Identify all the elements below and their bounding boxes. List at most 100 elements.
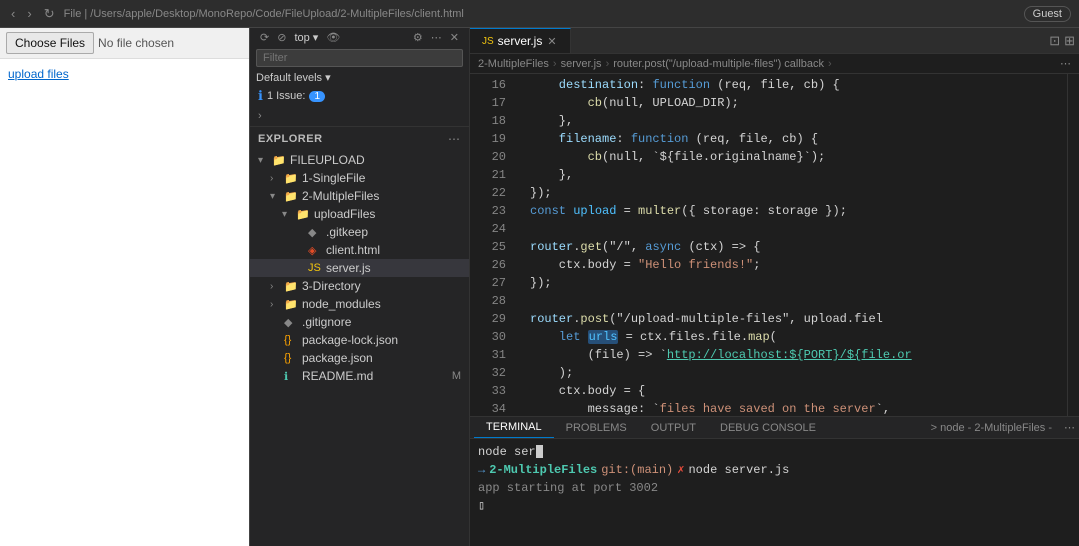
split-editor-button[interactable]: ⊡ xyxy=(1049,33,1060,49)
tree-item-gitignore[interactable]: ◆ .gitignore xyxy=(250,313,469,331)
terminal-path: 2-MultipleFiles xyxy=(489,461,597,479)
tree-label-3-directory: 3-Directory xyxy=(302,279,361,293)
terminal-line-4: ▯ xyxy=(478,497,1071,515)
code-content[interactable]: destination: function (req, file, cb) { … xyxy=(514,74,1067,416)
file-icon-gitkeep: ◆ xyxy=(308,226,322,239)
tab-close-button[interactable]: ✕ xyxy=(546,35,557,48)
browser-content: upload files xyxy=(0,59,249,546)
terminal-more-button[interactable]: ⋯ xyxy=(1064,418,1075,438)
problems-close-button[interactable]: ✕ xyxy=(446,30,463,45)
problems-eye-button[interactable]: 👁 xyxy=(322,30,344,45)
line-numbers: 16 17 18 19 20 21 22 23 24 25 26 27 28 2… xyxy=(470,74,514,416)
code-line-24 xyxy=(514,220,1067,238)
terminal-actions: > node - 2-MultipleFiles - ⋯ xyxy=(923,418,1075,438)
line-num-25: 25 xyxy=(478,238,506,256)
choose-files-button[interactable]: Choose Files xyxy=(6,32,94,54)
browser-toolbar: Choose Files No file chosen xyxy=(0,28,249,59)
tree-item-readme[interactable]: ℹ README.md M xyxy=(250,367,469,385)
code-token: message: ` xyxy=(530,400,660,416)
explorer-actions: ⋯ xyxy=(447,131,461,147)
chevron-down-icon: ▾ xyxy=(258,155,268,166)
tree-item-uploadfiles[interactable]: ▾ 📁 uploadFiles xyxy=(250,205,469,223)
problems-top-button[interactable]: top ▾ xyxy=(290,30,322,45)
guest-button[interactable]: Guest xyxy=(1024,6,1071,22)
issue-icon: ℹ xyxy=(258,88,263,104)
line-num-21: 21 xyxy=(478,166,506,184)
issue-count-label: 1 Issue: xyxy=(267,90,306,102)
toggle-panel-button[interactable]: ⊞ xyxy=(1064,33,1075,49)
problems-more-button[interactable]: ⋯ xyxy=(427,30,446,45)
issue-badge: 1 xyxy=(309,91,325,102)
breadcrumb-callback[interactable]: router.post("/upload-multiple-files") ca… xyxy=(613,58,824,70)
code-token: (null, UPLOAD_DIR); xyxy=(602,94,739,112)
line-num-34: 34 xyxy=(478,400,506,416)
code-token xyxy=(580,328,587,346)
code-line-28 xyxy=(514,292,1067,310)
tree-item-package-lock[interactable]: {} package-lock.json xyxy=(250,331,469,349)
terminal-cursor xyxy=(536,445,543,458)
folder-icon: 📁 xyxy=(284,298,298,311)
breadcrumb-2-multiplefiles[interactable]: 2-MultipleFiles xyxy=(478,58,549,70)
upload-link[interactable]: upload files xyxy=(8,67,69,81)
code-token: ctx.body = { xyxy=(530,382,645,400)
line-num-30: 30 xyxy=(478,328,506,346)
breadcrumb-sep-2: › xyxy=(606,58,610,70)
editor-body: 16 17 18 19 20 21 22 23 24 25 26 27 28 2… xyxy=(470,74,1079,546)
terminal-tab-debug[interactable]: DEBUG CONSOLE xyxy=(708,418,828,438)
terminal-content[interactable]: node ser → 2-MultipleFiles git:(main) ✗ … xyxy=(470,439,1079,546)
tree-label-fileupload: FILEUPLOAD xyxy=(290,153,365,167)
expand-issue-arrow[interactable]: › xyxy=(250,106,469,126)
tree-item-fileupload[interactable]: ▾ 📁 FILEUPLOAD xyxy=(250,151,469,169)
explorer-more-button[interactable]: ⋯ xyxy=(447,131,461,147)
code-token: router xyxy=(530,238,573,256)
line-num-26: 26 xyxy=(478,256,506,274)
problems-sync-button[interactable]: ⟳ xyxy=(256,30,273,45)
line-num-32: 32 xyxy=(478,364,506,382)
tab-label-server-js: server.js xyxy=(498,34,543,48)
tree-item-server-js[interactable]: JS server.js xyxy=(250,259,469,277)
minimap xyxy=(1067,74,1079,416)
tab-server-js[interactable]: JS server.js ✕ xyxy=(470,28,571,53)
line-num-28: 28 xyxy=(478,292,506,310)
tree-label-server-js: server.js xyxy=(326,261,371,275)
filter-input[interactable] xyxy=(256,49,463,67)
tree-item-2-multiplefiles[interactable]: ▾ 📁 2-MultipleFiles xyxy=(250,187,469,205)
chevron-right-icon: › xyxy=(270,281,280,292)
back-button[interactable]: ‹ xyxy=(8,5,18,22)
terminal-tab-problems[interactable]: PROBLEMS xyxy=(554,418,639,438)
tree-item-1-singlefile[interactable]: › 📁 1-SingleFile xyxy=(250,169,469,187)
forward-button[interactable]: › xyxy=(24,5,34,22)
problems-clear-button[interactable]: ⊘ xyxy=(273,30,290,45)
problems-settings-button[interactable]: ⚙ xyxy=(409,30,427,45)
terminal-line-1: node ser xyxy=(478,443,1071,461)
code-token: }); xyxy=(530,274,552,292)
reload-button[interactable]: ↻ xyxy=(41,5,58,23)
code-line-32: ); xyxy=(514,364,1067,382)
terminal-tab-terminal[interactable]: TERMINAL xyxy=(474,417,554,438)
tree-item-node-modules[interactable]: › 📁 node_modules xyxy=(250,295,469,313)
default-levels-dropdown[interactable]: Default levels ▾ xyxy=(250,69,469,86)
code-token: router xyxy=(530,310,573,328)
sidebar: ⟳ ⊘ top ▾ 👁 ⚙ ⋯ ✕ Default levels ▾ ℹ 1 I… xyxy=(250,28,470,546)
code-token: = xyxy=(616,202,638,220)
tree-item-3-directory[interactable]: › 📁 3-Directory xyxy=(250,277,469,295)
explorer-section: EXPLORER ⋯ ▾ 📁 FILEUPLOAD › 📁 1-SingleFi… xyxy=(250,127,469,385)
code-token: : xyxy=(616,130,630,148)
breadcrumb-server-js[interactable]: server.js xyxy=(561,58,602,70)
tree-item-gitkeep[interactable]: ◆ .gitkeep xyxy=(250,223,469,241)
tree-label-uploadfiles: uploadFiles xyxy=(314,207,375,221)
code-token: ( xyxy=(770,328,777,346)
breadcrumb-more-button[interactable]: ⋯ xyxy=(1060,57,1071,70)
default-levels-label: Default levels ▾ xyxy=(256,71,331,84)
problems-filter-row xyxy=(250,47,469,69)
code-line-19: filename: function (req, file, cb) { xyxy=(514,130,1067,148)
tree-item-client-html[interactable]: ◈ client.html xyxy=(250,241,469,259)
terminal-tab-output[interactable]: OUTPUT xyxy=(639,418,708,438)
code-token: ctx.body = xyxy=(530,256,638,274)
code-token: . xyxy=(573,238,580,256)
code-token: }, xyxy=(530,112,573,130)
code-token: ); xyxy=(530,364,573,382)
code-token: const xyxy=(530,202,573,220)
code-token: cb xyxy=(588,94,602,112)
tree-item-package-json[interactable]: {} package.json xyxy=(250,349,469,367)
